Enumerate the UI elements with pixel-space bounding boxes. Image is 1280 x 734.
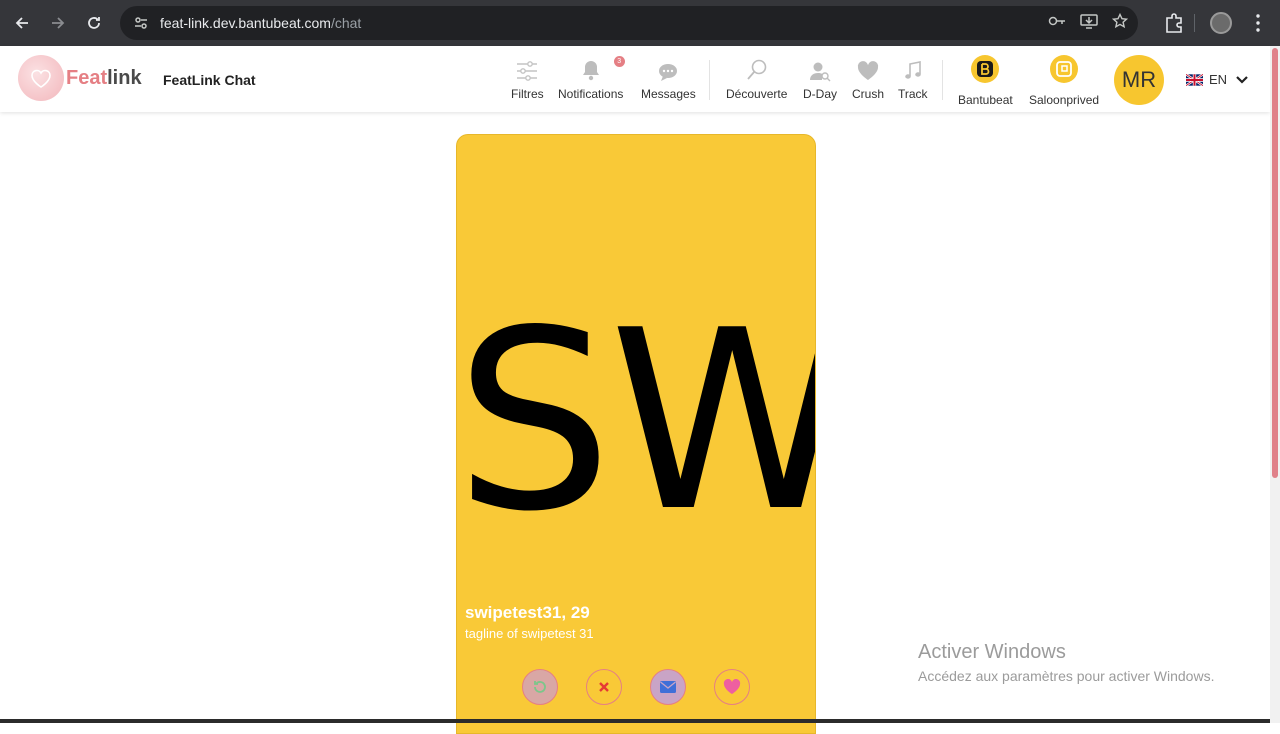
logo-text: Featlink [66, 67, 142, 90]
nav-track[interactable]: Track [898, 56, 928, 101]
kebab-menu-icon [1256, 14, 1260, 32]
partner-label: Saloonprived [1029, 93, 1100, 107]
toolbar-divider [1194, 14, 1195, 32]
nav-label: Track [898, 87, 928, 101]
card-actions [522, 669, 750, 705]
close-icon [599, 682, 609, 692]
extensions-button[interactable] [1156, 5, 1192, 46]
url-host: feat-link.dev.bantubeat.com [160, 15, 331, 31]
profile-name-age: swipetest31, 29 [465, 603, 590, 622]
chat-bubble-icon [657, 56, 679, 82]
page-title: FeatLink Chat [163, 72, 256, 88]
nav-decouverte[interactable]: Découverte [726, 56, 787, 101]
taskbar-edge [0, 719, 1270, 723]
site-info-icon[interactable] [126, 15, 156, 31]
nav-divider [709, 60, 710, 100]
reload-button[interactable] [76, 5, 112, 41]
watermark-subtitle: Accédez aux paramètres pour activer Wind… [918, 668, 1215, 684]
watermark-title: Activer Windows [918, 641, 1066, 663]
page-scrollbar[interactable] [1270, 46, 1280, 723]
featlink-logo[interactable]: Featlink [18, 55, 142, 101]
logo-text-feat: Feat [66, 66, 108, 89]
profile-card[interactable]: SW swipetest31, 29 tagline of swipetest … [456, 134, 816, 734]
notification-count-badge: 3 [613, 56, 625, 67]
sliders-icon [515, 56, 539, 82]
profile-avatar-icon[interactable] [1210, 12, 1232, 34]
nav-label: Notifications [558, 87, 624, 101]
windows-activation-watermark: Activer Windows Accédez aux paramètres p… [918, 641, 1214, 684]
nav-notifications[interactable]: 3 Notifications [558, 56, 625, 101]
nav-label: Filtres [511, 87, 544, 101]
heart-icon [856, 56, 880, 82]
arrow-right-icon [52, 17, 65, 29]
music-note-icon [902, 56, 924, 82]
nav-messages[interactable]: Messages [641, 56, 696, 101]
browser-toolbar: feat-link.dev.bantubeat.com/chat [0, 0, 1280, 46]
nav-label: D-Day [803, 87, 838, 101]
saloonprived-logo-icon [1050, 55, 1079, 83]
back-button[interactable] [4, 5, 40, 41]
bantubeat-logo-icon [971, 55, 1000, 83]
reload-icon [88, 17, 100, 29]
nav-filtres[interactable]: Filtres [511, 56, 544, 101]
nav-label: Découverte [726, 87, 788, 101]
nav-label: Messages [641, 87, 696, 101]
mail-icon [660, 681, 676, 693]
nav-crush[interactable]: Crush [852, 56, 884, 101]
url-text: feat-link.dev.bantubeat.com/chat [160, 15, 361, 31]
partner-bantubeat[interactable]: Bantubeat [958, 55, 1013, 107]
like-button[interactable] [714, 669, 750, 705]
language-code: EN [1209, 72, 1228, 87]
dislike-button[interactable] [586, 669, 622, 705]
partner-label: Bantubeat [958, 93, 1013, 107]
bell-icon: 3 [580, 56, 625, 82]
profile-initials: SW [456, 298, 816, 546]
undo-button[interactable] [522, 669, 558, 705]
heart-logo-icon [18, 55, 64, 101]
partner-saloonprived[interactable]: Saloonprived [1029, 55, 1099, 107]
bookmark-star-icon[interactable] [1111, 12, 1129, 34]
search-icon [745, 56, 769, 82]
nav-dday[interactable]: D-Day [803, 56, 837, 101]
install-app-icon[interactable] [1080, 13, 1098, 34]
browser-menu-button[interactable] [1246, 5, 1270, 46]
arrow-left-icon [15, 17, 28, 29]
nav-divider [942, 60, 943, 100]
message-button[interactable] [650, 669, 686, 705]
url-path: /chat [330, 15, 362, 31]
forward-button[interactable] [40, 5, 76, 41]
key-icon[interactable] [1048, 14, 1066, 32]
profile-tagline: tagline of swipetest 31 [465, 626, 594, 641]
scrollbar-thumb[interactable] [1272, 48, 1278, 478]
chevron-down-icon [1236, 75, 1248, 84]
app-header: Featlink FeatLink Chat Filtres 3 Notific… [0, 46, 1270, 112]
user-avatar[interactable]: MR [1114, 55, 1164, 105]
nav-label: Crush [852, 87, 885, 101]
logo-text-link: link [107, 66, 142, 89]
user-search-icon [809, 56, 831, 82]
address-bar[interactable]: feat-link.dev.bantubeat.com/chat [120, 6, 1138, 40]
heart-icon [723, 679, 741, 694]
uk-flag-icon [1186, 73, 1203, 86]
undo-icon [534, 681, 546, 693]
language-selector[interactable]: EN [1186, 72, 1249, 87]
puzzle-icon [1166, 13, 1182, 33]
